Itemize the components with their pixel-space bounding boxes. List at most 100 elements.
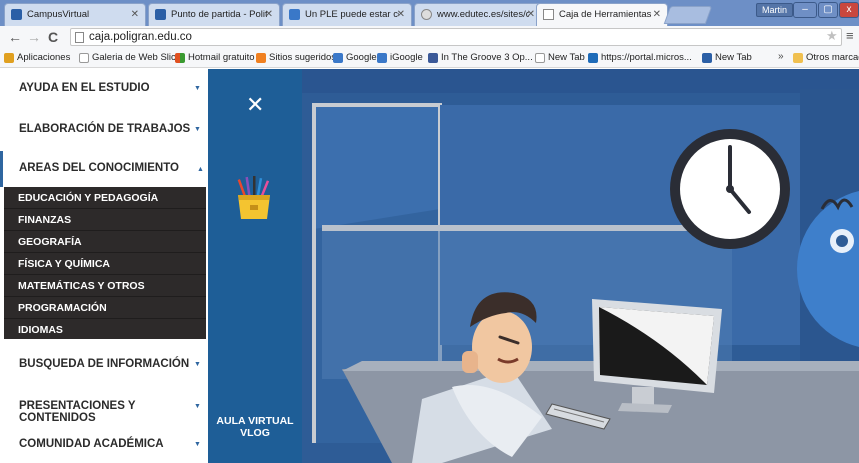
caret-up-icon: ▲ [197, 166, 204, 173]
close-window-button[interactable]: x [839, 2, 859, 18]
bookmark-item[interactable]: Sitios sugeridos [256, 52, 336, 63]
suggested-sites-icon [256, 53, 266, 63]
bookmark-item[interactable]: New Tab [535, 52, 585, 63]
page-icon [75, 32, 84, 43]
areas-submenu: EDUCACIÓN Y PEDAGOGÍA FINANZAS GEOGRAFÍA… [4, 187, 206, 339]
bookmark-label: Sitios sugeridos [269, 52, 337, 63]
browser-toolbar: ← → C caja.poligran.edu.co [0, 26, 859, 48]
caret-down-icon: ▼ [194, 85, 201, 92]
bookmark-label: In The Groove 3 Op... [441, 52, 533, 63]
facebook-icon [428, 53, 438, 63]
page-icon [535, 53, 545, 63]
bookmark-item[interactable]: https://portal.micros... [588, 52, 692, 63]
maximize-button[interactable]: ▢ [818, 2, 838, 18]
page-content: AYUDA EN EL ESTUDIO ▼ ELABORACIÓN DE TRA… [0, 69, 859, 463]
tab-title: Punto de partida - Politec [171, 9, 267, 20]
submenu-item-geografia[interactable]: GEOGRAFÍA [4, 231, 206, 253]
bookmark-star-icon[interactable]: ★ [826, 28, 838, 44]
submenu-item-idiomas[interactable]: IDIOMAS [4, 319, 206, 341]
bookmark-item[interactable]: iGoogle [377, 52, 423, 63]
bookmark-label: Google [346, 52, 377, 63]
back-arrow-icon[interactable]: ← [8, 28, 22, 46]
bookmark-label: Galeria de Web Slice [92, 52, 182, 63]
windows-logo-icon [175, 53, 185, 63]
address-bar[interactable]: caja.poligran.edu.co [70, 28, 842, 46]
close-tab-icon[interactable]: ✕ [131, 9, 139, 20]
sidebar-item-elaboracion[interactable]: ELABORACIÓN DE TRABAJOS ▼ [0, 123, 208, 135]
folder-icon [793, 53, 803, 63]
google-icon [333, 53, 343, 63]
forward-arrow-icon[interactable]: → [27, 28, 41, 46]
toolbox-logo-icon[interactable] [235, 175, 273, 221]
browser-menu-icon[interactable]: ≡ [846, 28, 854, 43]
other-bookmarks-folder[interactable]: Otros marcadores [793, 52, 859, 63]
browser-tab[interactable]: CampusVirtual ✕ [4, 3, 146, 26]
bookmark-item[interactable]: New Tab [702, 52, 752, 63]
page-icon [79, 53, 89, 63]
bookmark-label: iGoogle [390, 52, 423, 63]
new-tab-button[interactable] [663, 6, 713, 24]
sidebar-item-label: COMUNIDAD ACADÉMICA [19, 438, 164, 450]
bookmark-item[interactable]: Google [333, 52, 377, 63]
clock-icon [670, 129, 790, 249]
bookmark-item[interactable]: Galeria de Web Slice [79, 52, 181, 63]
submenu-item-fisica[interactable]: FÍSICA Y QUÍMICA [4, 253, 206, 275]
sidebar-item-areas[interactable]: AREAS DEL CONOCIMIENTO ▲ [0, 151, 208, 187]
tab-title: Caja de Herramientas - Po [559, 9, 653, 20]
aula-label-line1: AULA VIRTUAL [216, 415, 294, 427]
bookmark-item[interactable]: Hotmail gratuito [175, 52, 255, 63]
bookmark-item[interactable]: In The Groove 3 Op... [428, 52, 533, 63]
bookmark-item[interactable]: Aplicaciones [4, 52, 70, 63]
sidebar-item-label: BUSQUEDA DE INFORMACIÓN [19, 358, 190, 370]
url-text: caja.poligran.edu.co [89, 31, 192, 43]
sidebar-item-busqueda[interactable]: BUSQUEDA DE INFORMACIÓN ▼ [0, 358, 208, 370]
sidebar-item-label: AYUDA EN EL ESTUDIO [19, 82, 150, 94]
aula-virtual-vlog-link[interactable]: AULA VIRTUAL VLOG [208, 415, 302, 439]
close-tab-icon[interactable]: ✕ [265, 9, 273, 20]
minimize-button[interactable]: – [793, 2, 817, 18]
browser-tab-strip: CampusVirtual ✕ Punto de partida - Polit… [0, 0, 859, 27]
bookmark-label: Aplicaciones [17, 52, 71, 63]
browser-tab[interactable]: Punto de partida - Politec ✕ [148, 3, 280, 26]
google-icon [289, 9, 300, 20]
bookmark-label: https://portal.micros... [601, 52, 692, 63]
apps-grid-icon [4, 53, 14, 63]
submenu-item-matematicas[interactable]: MATEMÁTICAS Y OTROS [4, 275, 206, 297]
page-icon [543, 9, 554, 20]
sidebar-item-comunidad[interactable]: COMUNIDAD ACADÉMICA ▼ [0, 438, 208, 450]
tab-title: Un PLE puede estar comp [305, 9, 399, 20]
bookmark-label: New Tab [548, 52, 585, 63]
sidebar-item-ayuda[interactable]: AYUDA EN EL ESTUDIO ▼ [0, 82, 208, 94]
outlook-icon [588, 53, 598, 63]
globe-icon [421, 9, 432, 20]
shield-icon [155, 9, 166, 20]
bookmark-label: New Tab [715, 52, 752, 63]
caret-down-icon: ▼ [194, 441, 201, 448]
close-tab-icon[interactable]: ✕ [397, 9, 405, 20]
user-profile-badge[interactable]: Martin [756, 3, 794, 17]
caret-down-icon: ▼ [194, 361, 201, 368]
caret-down-icon: ▼ [194, 126, 201, 133]
submenu-item-educacion[interactable]: EDUCACIÓN Y PEDAGOGÍA [4, 187, 206, 209]
close-menu-icon[interactable]: ✕ [246, 94, 264, 116]
google-icon [377, 53, 387, 63]
bookmark-label: Otros marcadores [806, 52, 859, 63]
sidebar-item-presentaciones[interactable]: PRESENTACIONES Y CONTENIDOS ▼ [0, 400, 208, 424]
reload-icon[interactable]: C [48, 28, 58, 46]
tab-title: www.edutec.es/sites/defa [437, 9, 529, 20]
close-tab-icon[interactable]: ✕ [653, 9, 661, 20]
browser-tab-active[interactable]: Caja de Herramientas - Po ✕ [536, 3, 668, 27]
browser-tab[interactable]: www.edutec.es/sites/defa ✕ [414, 3, 542, 26]
submenu-item-finanzas[interactable]: FINANZAS [4, 209, 206, 231]
caret-down-icon: ▼ [194, 403, 201, 410]
tab-title: CampusVirtual [27, 9, 90, 20]
more-bookmarks-chevron-icon[interactable]: » [778, 51, 784, 62]
browser-tab[interactable]: Un PLE puede estar comp ✕ [282, 3, 412, 26]
submenu-item-programacion[interactable]: PROGRAMACIÓN [4, 297, 206, 319]
sidebar-item-label: AREAS DEL CONOCIMIENTO [19, 162, 179, 174]
aula-label-line2: VLOG [240, 427, 270, 439]
sidebar-item-label: PRESENTACIONES Y CONTENIDOS [19, 400, 136, 424]
bookmark-label: Hotmail gratuito [188, 52, 255, 63]
close-tab-icon[interactable]: ✕ [527, 9, 535, 20]
shield-icon [702, 53, 712, 63]
